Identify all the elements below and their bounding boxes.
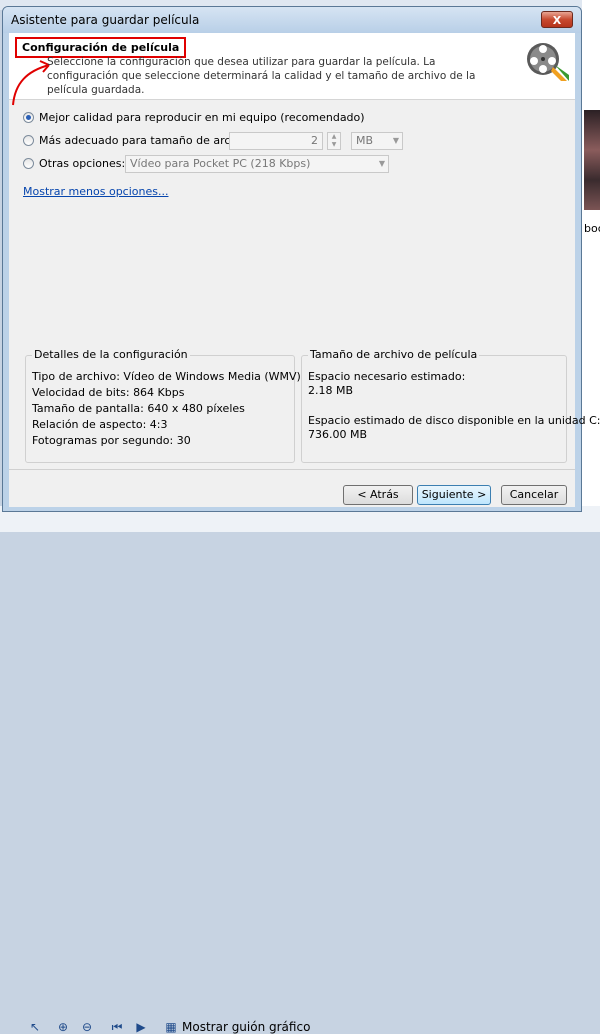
window-title: Asistente para guardar película xyxy=(11,13,200,27)
show-storyboard-link[interactable]: Mostrar guión gráfico xyxy=(182,1020,310,1034)
background-text: boc xyxy=(584,222,600,235)
estimated-space-needed-value: 2.18 MB xyxy=(308,384,354,397)
cancel-button[interactable]: Cancelar xyxy=(501,485,567,505)
background-thumbnail xyxy=(584,110,600,210)
button-separator xyxy=(9,469,575,470)
zoom-in-icon[interactable]: ⊕ xyxy=(56,1020,70,1034)
radio-best-quality[interactable] xyxy=(23,112,34,123)
detail-aspect-ratio: Relación de aspecto: 4:3 xyxy=(32,418,168,431)
movie-file-size-group: Tamaño de archivo de película Espacio ne… xyxy=(301,348,600,463)
cursor-icon[interactable]: ↖ xyxy=(28,1020,42,1034)
detail-screen-size: Tamaño de pantalla: 640 x 480 píxeles xyxy=(32,402,245,415)
file-size-spinner[interactable]: ▲ ▼ xyxy=(327,132,341,150)
configuration-details-group: Detalles de la configuración Tipo de arc… xyxy=(25,348,301,463)
show-less-options-link[interactable]: Mostrar menos opciones... xyxy=(23,185,168,198)
other-options-value: Vídeo para Pocket PC (218 Kbps) xyxy=(130,157,311,170)
spin-down-icon[interactable]: ▼ xyxy=(328,141,340,149)
detail-file-type: Tipo de archivo: Vídeo de Windows Media … xyxy=(32,370,301,383)
rewind-icon[interactable]: ⏮ xyxy=(110,1020,124,1034)
background-pane xyxy=(582,0,600,532)
file-size-input[interactable]: 2 xyxy=(229,132,323,150)
option-best-quality[interactable]: Mejor calidad para reproducir en mi equi… xyxy=(23,111,365,124)
option-best-fit[interactable]: Más adecuado para tamaño de archivo: xyxy=(23,134,257,147)
wizard-header: Configuración de película Seleccione la … xyxy=(9,33,575,106)
spin-up-icon[interactable]: ▲ xyxy=(328,133,340,141)
page-description: Seleccione la configuración que desea ut… xyxy=(47,56,476,96)
detail-bit-rate: Velocidad de bits: 864 Kbps xyxy=(32,386,185,399)
size-unit-select[interactable]: MB ▼ xyxy=(351,132,403,150)
close-button[interactable]: X xyxy=(541,11,573,28)
next-button[interactable]: Siguiente > xyxy=(417,485,491,505)
dialog-client-area: Configuración de película Seleccione la … xyxy=(9,33,600,507)
option-best-fit-label[interactable]: Más adecuado para tamaño de archivo: xyxy=(39,134,257,147)
title-bar[interactable]: Asistente para guardar película X xyxy=(3,7,581,33)
save-movie-wizard-dialog: Asistente para guardar película X Config… xyxy=(2,6,600,512)
size-unit-value: MB xyxy=(356,134,374,147)
option-best-quality-label[interactable]: Mejor calidad para reproducir en mi equi… xyxy=(39,111,365,124)
detail-frame-rate: Fotogramas por segundo: 30 xyxy=(32,434,191,447)
other-options-select[interactable]: Vídeo para Pocket PC (218 Kbps) ▼ xyxy=(125,155,389,173)
estimated-space-needed-label: Espacio necesario estimado: xyxy=(308,370,466,383)
configuration-details-label: Detalles de la configuración xyxy=(32,348,190,361)
zoom-out-icon[interactable]: ⊖ xyxy=(80,1020,94,1034)
option-other-label[interactable]: Otras opciones: xyxy=(39,157,125,170)
storyboard-icon[interactable]: ▦ xyxy=(164,1020,178,1034)
option-other[interactable]: Otras opciones: xyxy=(23,157,125,170)
chevron-down-icon: ▼ xyxy=(392,136,399,145)
back-button[interactable]: < Atrás xyxy=(343,485,413,505)
radio-other[interactable] xyxy=(23,158,34,169)
estimated-disk-space-label: Espacio estimado de disco disponible en … xyxy=(308,414,600,427)
play-icon[interactable]: ▶ xyxy=(134,1020,148,1034)
radio-best-fit[interactable] xyxy=(23,135,34,146)
estimated-disk-space-value: 736.00 MB xyxy=(308,428,368,441)
film-reel-icon xyxy=(527,43,569,81)
chevron-down-icon: ▼ xyxy=(378,159,385,168)
movie-file-size-label: Tamaño de archivo de película xyxy=(308,348,480,361)
